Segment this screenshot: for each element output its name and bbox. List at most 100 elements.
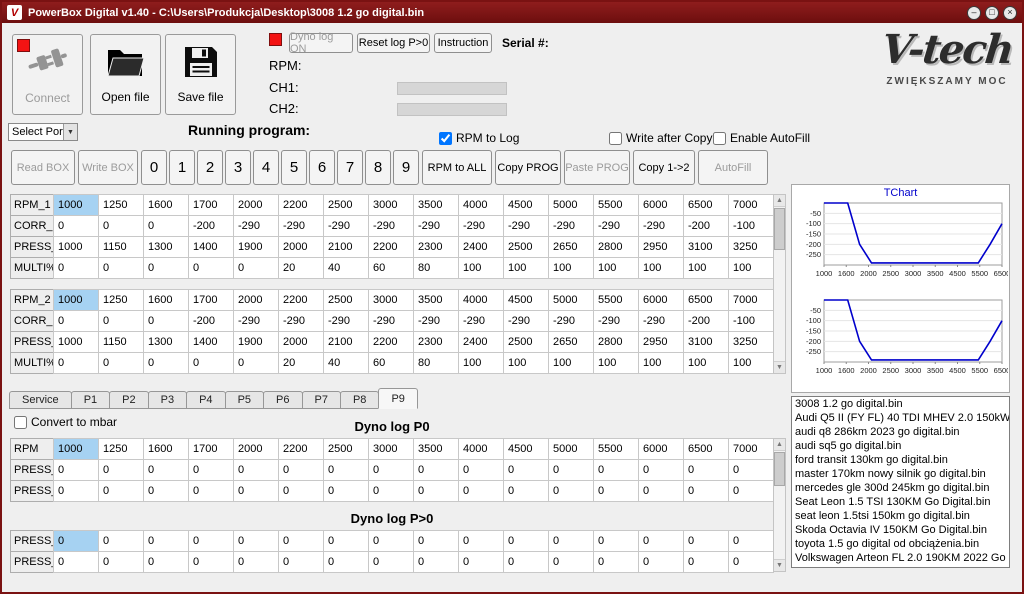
table-cell[interactable]: 0 [278, 480, 324, 502]
table-cell[interactable]: 0 [368, 551, 414, 573]
table-cell[interactable]: 80 [413, 352, 459, 374]
table-cell[interactable]: 0 [233, 459, 279, 481]
scroll-thumb[interactable] [774, 208, 785, 250]
open-file-button[interactable]: Open file [90, 34, 161, 115]
table-cell[interactable]: 2200 [278, 289, 324, 311]
table-cell[interactable]: 0 [98, 257, 144, 279]
table-cell[interactable]: 0 [188, 352, 234, 374]
table-cell[interactable]: 6000 [638, 438, 684, 460]
table-cell[interactable]: 2300 [413, 236, 459, 258]
table-cell[interactable]: 4500 [503, 194, 549, 216]
table-cell[interactable]: 0 [593, 459, 639, 481]
table-cell[interactable]: -290 [548, 310, 594, 332]
file-list-item[interactable]: audi q8 286km 2023 go digital.bin [792, 425, 1009, 439]
file-list-item[interactable]: Volkswagen Arteon FL 2.0 190KM 2022 Go D… [792, 551, 1009, 565]
table-cell[interactable]: 0 [98, 459, 144, 481]
table-cell[interactable]: 2950 [638, 331, 684, 353]
minimize-button[interactable]: – [967, 5, 981, 20]
table-cell[interactable]: 0 [98, 310, 144, 332]
table-cell[interactable]: 0 [188, 257, 234, 279]
table-cell[interactable]: 0 [413, 459, 459, 481]
table-cell[interactable]: 20 [278, 257, 324, 279]
file-list-item[interactable]: toyota 1.5 go digital od obciążenia.bin [792, 537, 1009, 551]
table-cell[interactable]: 100 [458, 352, 504, 374]
program-digit-button[interactable]: 6 [309, 150, 335, 185]
rpm-to-all-button[interactable]: RPM to ALL [422, 150, 492, 185]
table-cell[interactable]: 100 [503, 257, 549, 279]
table-cell[interactable]: -100 [728, 310, 774, 332]
table-cell[interactable]: 0 [323, 530, 369, 552]
table-cell[interactable]: 100 [593, 352, 639, 374]
file-list-item[interactable]: seat leon 1.5tsi 150km go digital.bin [792, 509, 1009, 523]
table-cell[interactable]: 100 [458, 257, 504, 279]
table-cell[interactable]: 5500 [593, 194, 639, 216]
table-cell[interactable]: 0 [233, 257, 279, 279]
table-cell[interactable]: 1250 [98, 438, 144, 460]
table-cell[interactable]: 0 [548, 480, 594, 502]
table-cell[interactable]: -290 [278, 215, 324, 237]
table-cell[interactable]: 5000 [548, 194, 594, 216]
program-digit-button[interactable]: 1 [169, 150, 195, 185]
table-cell[interactable]: 1400 [188, 331, 234, 353]
table-cell[interactable]: 3000 [368, 194, 414, 216]
table-cell[interactable]: 2500 [323, 194, 369, 216]
table-cell[interactable]: -290 [278, 310, 324, 332]
table-cell[interactable]: -290 [458, 215, 504, 237]
table-cell[interactable]: 3250 [728, 331, 774, 353]
table-cell[interactable]: 0 [278, 551, 324, 573]
table-cell[interactable]: 6500 [683, 194, 729, 216]
map-tables-scrollbar[interactable]: ▲ ▼ [773, 194, 786, 374]
table-cell[interactable]: 2200 [278, 438, 324, 460]
table-cell[interactable]: -290 [323, 310, 369, 332]
table-cell[interactable]: 0 [548, 459, 594, 481]
table-cell[interactable]: 2500 [323, 289, 369, 311]
table-cell[interactable]: 0 [98, 480, 144, 502]
table-cell[interactable]: 1000 [53, 289, 99, 311]
table-cell[interactable]: -290 [413, 310, 459, 332]
tab[interactable]: P7 [301, 391, 341, 409]
table-cell[interactable]: -290 [368, 215, 414, 237]
table-cell[interactable]: 5500 [593, 289, 639, 311]
table-cell[interactable]: 0 [53, 215, 99, 237]
table-cell[interactable]: 3100 [683, 236, 729, 258]
table-cell[interactable]: 2800 [593, 331, 639, 353]
table-cell[interactable]: -290 [368, 310, 414, 332]
table-cell[interactable]: 100 [503, 352, 549, 374]
table-cell[interactable]: 0 [188, 480, 234, 502]
table-cell[interactable]: 0 [143, 310, 189, 332]
table-cell[interactable]: 0 [593, 530, 639, 552]
file-list-item[interactable]: master 170km nowy silnik go digital.bin [792, 467, 1009, 481]
table-cell[interactable]: 0 [683, 480, 729, 502]
maximize-button[interactable]: □ [985, 5, 999, 20]
table-cell[interactable]: 2200 [368, 331, 414, 353]
table-cell[interactable]: 6500 [683, 438, 729, 460]
table-cell[interactable]: 3250 [728, 236, 774, 258]
table-cell[interactable]: 1250 [98, 194, 144, 216]
table-cell[interactable]: 0 [53, 459, 99, 481]
table-cell[interactable]: 0 [503, 480, 549, 502]
table-cell[interactable]: 1250 [98, 289, 144, 311]
table-cell[interactable]: 5500 [593, 438, 639, 460]
table-cell[interactable]: 40 [323, 257, 369, 279]
table-cell[interactable]: 0 [503, 459, 549, 481]
table-cell[interactable]: 0 [143, 551, 189, 573]
program-digit-button[interactable]: 7 [337, 150, 363, 185]
copy-1-to-2-button[interactable]: Copy 1->2 [633, 150, 695, 185]
table-cell[interactable]: 0 [323, 480, 369, 502]
table-cell[interactable]: -290 [458, 310, 504, 332]
table-cell[interactable]: 0 [233, 480, 279, 502]
table-cell[interactable]: 0 [188, 551, 234, 573]
table-cell[interactable]: 0 [53, 257, 99, 279]
table-cell[interactable]: 0 [233, 551, 279, 573]
table-cell[interactable]: 0 [368, 480, 414, 502]
table-cell[interactable]: 100 [593, 257, 639, 279]
table-cell[interactable]: 0 [413, 551, 459, 573]
table-cell[interactable]: 0 [278, 530, 324, 552]
program-digit-button[interactable]: 0 [141, 150, 167, 185]
save-file-button[interactable]: Save file [165, 34, 236, 115]
table-cell[interactable]: 0 [548, 530, 594, 552]
table-cell[interactable]: -290 [233, 215, 279, 237]
table-cell[interactable]: 0 [593, 480, 639, 502]
table-cell[interactable]: 100 [683, 257, 729, 279]
table-cell[interactable]: 3500 [413, 289, 459, 311]
